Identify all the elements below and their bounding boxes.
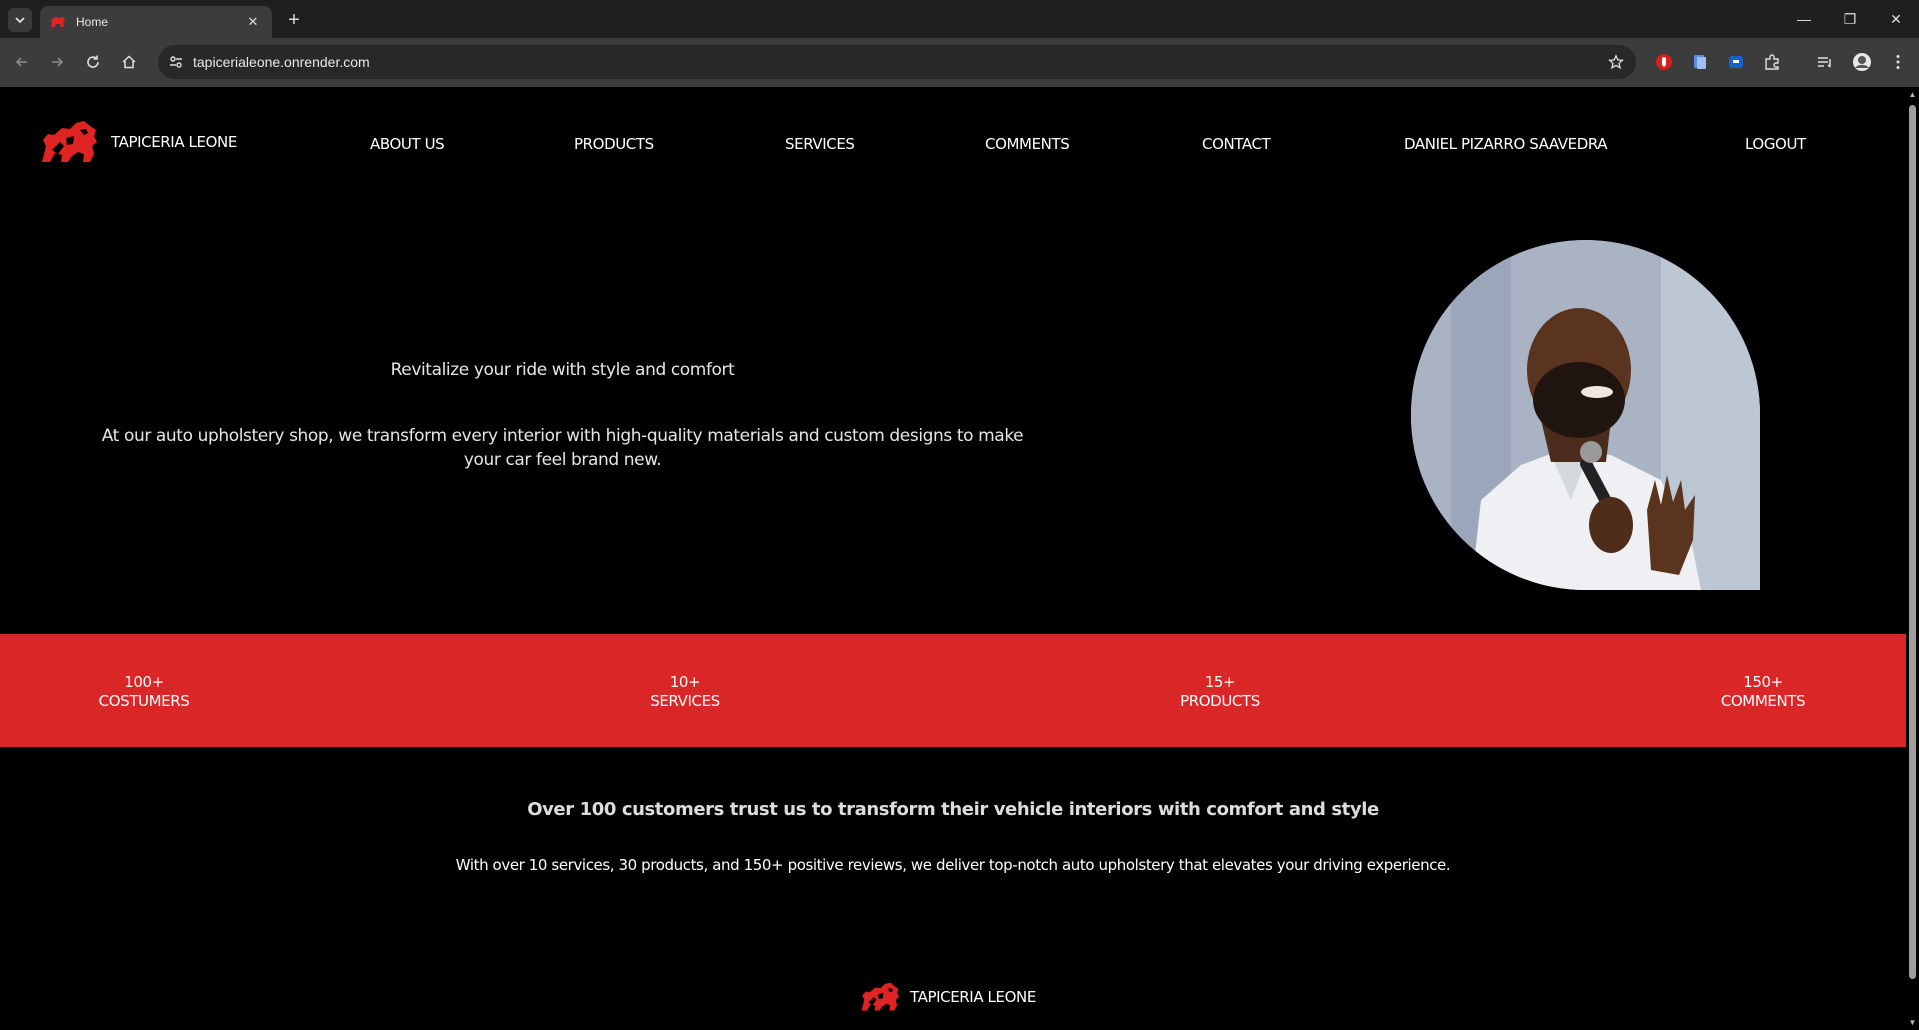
stat-comments: 150+ COMMENTS — [1663, 673, 1863, 711]
bookmark-star-icon[interactable] — [1606, 52, 1626, 72]
nav-link-about-us[interactable]: ABOUT US — [370, 135, 445, 153]
new-tab-button[interactable]: + — [282, 8, 306, 32]
tab-home[interactable]: Home ✕ — [40, 6, 272, 38]
extensions-puzzle-icon[interactable] — [1762, 52, 1782, 72]
restore-icon[interactable]: ❐ — [1827, 0, 1873, 38]
scroll-up-arrow-icon[interactable]: ▲ — [1908, 90, 1917, 99]
menu-kebab-icon[interactable] — [1888, 52, 1908, 72]
forward-icon[interactable] — [45, 50, 69, 74]
scrollbar-thumb[interactable] — [1909, 105, 1916, 979]
extension-red-icon[interactable] — [1654, 52, 1674, 72]
stats-banner: 100+ COSTUMERS 10+ SERVICES 15+ PRODUCTS… — [0, 634, 1906, 747]
browser-tab-bar: Home ✕ + — ❐ ✕ — [0, 0, 1919, 38]
lion-logo-icon — [861, 982, 900, 1011]
stat-services: 10+ SERVICES — [585, 673, 785, 711]
extension-doc-icon[interactable] — [1690, 52, 1710, 72]
stat-label: COSTUMERS — [98, 692, 190, 710]
nav-link-logout[interactable]: LOGOUT — [1745, 135, 1806, 153]
site-navbar: TAPICERIA LEONE ABOUT US PRODUCTS SERVIC… — [0, 87, 1906, 202]
profile-avatar-icon[interactable] — [1852, 52, 1872, 72]
brand-home-link[interactable]: TAPICERIA LEONE — [40, 120, 237, 164]
hero-description: At our auto upholstery shop, we transfor… — [101, 426, 1024, 470]
close-window-icon[interactable]: ✕ — [1873, 0, 1919, 38]
brand-name: TAPICERIA LEONE — [111, 133, 237, 151]
reading-list-icon[interactable] — [1815, 52, 1835, 72]
close-tab-icon[interactable]: ✕ — [244, 13, 262, 31]
home-icon[interactable] — [117, 50, 141, 74]
trust-heading: Over 100 customers trust us to transform… — [527, 799, 1379, 820]
hero-tagline: Revitalize your ride with style and comf… — [390, 360, 735, 380]
extension-blue-icon[interactable] — [1726, 52, 1746, 72]
hero-portrait-image — [1411, 240, 1760, 590]
address-bar[interactable]: tapicerialeone.onrender.com — [158, 45, 1636, 79]
nav-link-services[interactable]: SERVICES — [785, 135, 855, 153]
stat-label: SERVICES — [650, 692, 720, 710]
site-info-icon[interactable] — [166, 52, 186, 72]
nav-link-products[interactable]: PRODUCTS — [574, 135, 654, 153]
url-text[interactable]: tapicerialeone.onrender.com — [193, 54, 370, 70]
footer-brand: TAPICERIA LEONE — [860, 982, 1036, 1012]
stat-value: 100+ — [124, 673, 164, 691]
lion-logo-icon — [42, 121, 97, 162]
nav-link-comments[interactable]: COMMENTS — [985, 135, 1070, 153]
nav-link-contact[interactable]: CONTACT — [1202, 135, 1271, 153]
stat-value: 150+ — [1743, 673, 1783, 691]
stat-value: 15+ — [1204, 673, 1236, 691]
page-viewport: TAPICERIA LEONE ABOUT US PRODUCTS SERVIC… — [0, 87, 1906, 1030]
stat-products: 15+ PRODUCTS — [1120, 673, 1320, 711]
trust-description: With over 10 services, 30 products, and … — [455, 856, 1451, 874]
stat-label: PRODUCTS — [1180, 692, 1260, 710]
page-scrollbar[interactable]: ▲ ▼ — [1906, 87, 1919, 1030]
lion-favicon-icon — [50, 14, 66, 30]
minimize-icon[interactable]: — — [1781, 0, 1827, 38]
browser-toolbar: tapicerialeone.onrender.com — [0, 38, 1919, 87]
stat-value: 10+ — [669, 673, 701, 691]
scroll-down-arrow-icon[interactable]: ▼ — [1908, 1018, 1917, 1027]
back-icon[interactable] — [10, 50, 34, 74]
reload-icon[interactable] — [81, 50, 105, 74]
tab-title: Home — [76, 15, 109, 29]
stat-customers: 100+ COSTUMERS — [44, 673, 244, 711]
stat-label: COMMENTS — [1720, 692, 1806, 710]
footer-brand-name: TAPICERIA LEONE — [910, 988, 1036, 1006]
tab-list-button[interactable] — [8, 8, 32, 32]
nav-link-user-profile[interactable]: DANIEL PIZARRO SAAVEDRA — [1404, 135, 1608, 153]
chevron-down-icon — [15, 17, 25, 24]
